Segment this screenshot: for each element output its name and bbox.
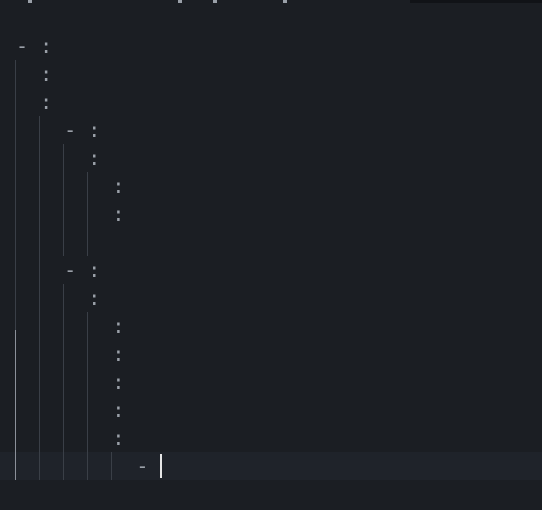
code-line[interactable]: : [0,312,542,340]
code-line[interactable]: - : [0,32,542,60]
colon: : [40,90,53,114]
clipped-text-fragment [178,0,182,3]
list-dash: - [64,118,89,142]
indent-guide [87,312,89,480]
top-strip [0,0,542,3]
code-line[interactable]: : [0,60,542,88]
colon: : [112,314,125,338]
code-line[interactable]: - : [0,256,542,284]
code-line[interactable]: : [0,200,542,228]
indent-guide [15,330,16,480]
code-line[interactable]: : [0,396,542,424]
code-line[interactable]: : [0,284,542,312]
colon: : [40,34,53,58]
text-cursor [160,454,163,478]
colon: : [40,62,53,86]
colon: : [112,342,125,366]
colon: : [112,426,125,450]
colon: : [88,286,101,310]
colon: : [112,398,125,422]
code-line[interactable]: : [0,172,542,200]
list-dash: - [136,454,161,478]
colon: : [88,146,101,170]
code-line[interactable]: : [0,368,542,396]
indent-guide [15,60,16,330]
list-dash: - [16,34,41,58]
colon: : [88,118,101,142]
clipped-text-fragment [28,0,32,3]
code-line[interactable]: : [0,424,542,452]
code-line[interactable] [0,228,542,256]
colon: : [88,258,101,282]
clipped-text-fragment [283,0,287,3]
indent-guide [63,284,65,480]
code-line[interactable]: : [0,144,542,172]
indent-guide [87,172,89,256]
colon: : [112,202,125,226]
indent-guide [111,452,113,480]
indent-guide [63,144,65,256]
code-line[interactable]: : [0,88,542,116]
code-line[interactable]: - : [0,116,542,144]
colon: : [112,174,125,198]
clipped-text-fragment [213,0,217,3]
code-line[interactable]: : [0,340,542,368]
list-dash: - [64,258,89,282]
indent-guide [39,116,41,480]
tab-bar-edge [410,0,542,3]
code-line[interactable]: - [0,452,542,480]
colon: : [112,370,125,394]
